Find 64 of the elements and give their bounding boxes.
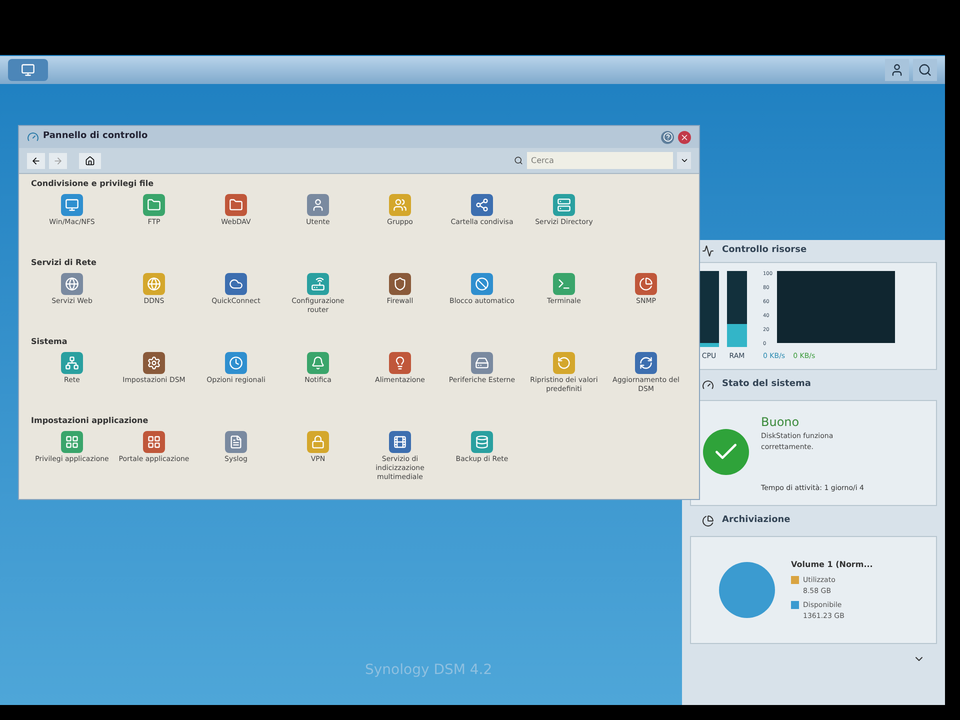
home-icon	[85, 156, 95, 166]
window-title: Pannello di controllo	[43, 130, 148, 144]
desktop-button[interactable]	[8, 59, 48, 81]
app-icon	[225, 352, 247, 374]
app-icon	[389, 352, 411, 374]
app-icon	[553, 194, 575, 216]
app-icon	[307, 431, 329, 453]
volume-name: Volume 1 (Norm...	[791, 559, 873, 571]
app-icon	[471, 273, 493, 295]
dropdown-button[interactable]	[677, 152, 691, 169]
app-icon	[143, 194, 165, 216]
user-button[interactable]	[885, 59, 909, 81]
pulse-icon	[702, 245, 714, 257]
app-icon	[389, 431, 411, 453]
app-icon	[307, 194, 329, 216]
close-button[interactable]	[678, 130, 691, 144]
app-icon	[143, 273, 165, 295]
help-icon	[662, 132, 672, 142]
app-icon	[61, 352, 83, 374]
widget-title: Controllo risorse	[722, 244, 807, 258]
app-icon	[635, 352, 657, 374]
status-text: Buono	[761, 414, 800, 431]
check-icon	[703, 429, 749, 475]
app-icon	[61, 431, 83, 453]
section-title: Condivisione e privilegi file	[31, 178, 154, 190]
app-icon	[471, 431, 493, 453]
back-arrow-icon	[31, 156, 41, 166]
section-title: Impostazioni applicazione	[31, 415, 150, 427]
app-icon	[389, 273, 411, 295]
app-icon	[61, 273, 83, 295]
app-icon	[225, 431, 247, 453]
user-icon	[890, 63, 904, 77]
close-icon	[680, 132, 689, 142]
app-icon	[307, 352, 329, 374]
app-icon	[471, 194, 493, 216]
search-icon	[918, 63, 932, 77]
search-icon	[514, 156, 523, 165]
widget-title: Archiviazione	[722, 514, 790, 528]
app-icon	[143, 431, 165, 453]
help-button[interactable]	[661, 130, 674, 144]
monitor-icon	[21, 63, 35, 77]
gauge-icon	[702, 379, 714, 391]
brand-text: Synology DSM 4.2	[365, 661, 492, 680]
app-icon	[143, 352, 165, 374]
app-icon	[307, 273, 329, 295]
search-field[interactable]: Cerca	[527, 152, 673, 169]
app-icon	[553, 273, 575, 295]
app-icon	[389, 194, 411, 216]
forward-arrow-icon	[53, 156, 63, 166]
app-icon	[553, 352, 575, 374]
search-button[interactable]	[913, 59, 937, 81]
control-panel-icon	[27, 131, 39, 143]
app-icon	[61, 194, 83, 216]
back-button[interactable]	[27, 152, 45, 168]
app-icon	[225, 194, 247, 216]
app-icon	[225, 273, 247, 295]
section-title: Servizi di Rete	[31, 257, 98, 269]
section-title: Sistema	[31, 336, 68, 348]
app-icon	[635, 273, 657, 295]
home-button[interactable]	[79, 152, 101, 168]
app-icon	[471, 352, 493, 374]
pie-icon	[702, 515, 714, 527]
widget-title: Stato del sistema	[722, 378, 811, 392]
caret-icon	[680, 156, 688, 165]
